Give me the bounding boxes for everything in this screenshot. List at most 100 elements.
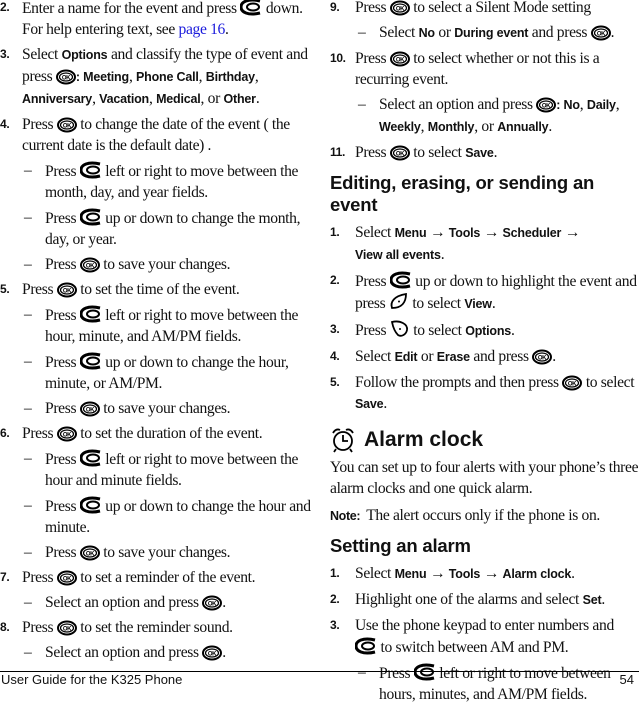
punct: . — [440, 246, 445, 263]
arrow: → — [480, 224, 503, 241]
ok-key-icon — [389, 51, 410, 67]
dash: – — [24, 644, 32, 661]
ui-label-save: Save — [355, 397, 384, 411]
ok-key-icon — [389, 0, 410, 16]
navigation-key-icon — [79, 352, 102, 370]
punct: . — [222, 594, 226, 611]
step-number: 8. — [0, 620, 10, 634]
step-text: Press — [45, 451, 80, 468]
step-text: and press — [469, 348, 533, 365]
navigation-key-icon — [79, 305, 102, 323]
step-text: Select — [355, 348, 395, 365]
arrow: → — [561, 224, 581, 241]
ok-key-icon — [202, 595, 223, 611]
ok-key-icon — [389, 145, 410, 161]
step-text: Press — [45, 210, 80, 227]
step-text: Select — [22, 46, 62, 63]
right-softkey-icon — [390, 292, 407, 309]
alarm-step-2: 2. Highlight one of the alarms and selec… — [330, 589, 639, 611]
punct: . — [601, 591, 605, 608]
step-text: Select an option and press — [45, 644, 203, 661]
substep: – Press left or right to move between the… — [0, 448, 318, 491]
alarm-step-3: 3. Use the phone keypad to enter numbers… — [330, 615, 639, 658]
section-heading-alarm-clock: Alarm clock — [330, 427, 639, 453]
menu-path-item: Tools — [448, 567, 481, 581]
note: Note: The alert occurs only if the phone … — [330, 505, 639, 527]
substep: – Press up or down to change the hour and… — [0, 495, 318, 538]
step-text: Press — [355, 273, 390, 290]
note-label: Note: — [330, 509, 361, 523]
option-label: Monthly — [427, 120, 475, 134]
step-text: , or — [474, 118, 498, 135]
step-text: Enter a name for the event and press — [22, 0, 241, 17]
ui-label-erase: Erase — [436, 350, 470, 364]
ok-key-icon — [536, 97, 557, 113]
left-softkey-icon — [390, 320, 408, 337]
step-9: 9. Press to select a Silent Mode setting — [330, 0, 639, 18]
punct: . — [224, 21, 229, 38]
ok-key-icon — [79, 545, 100, 561]
step-text: Press — [355, 50, 390, 67]
dash: – — [24, 450, 32, 467]
ok-key-icon — [79, 401, 100, 417]
option-label: Other — [223, 92, 256, 106]
step-text: or — [434, 24, 455, 41]
section-heading-editing: Editing, erasing, or sending an event — [330, 172, 595, 215]
step-text: Highlight one of the alarms and select — [355, 591, 583, 608]
step-text: Press — [45, 354, 80, 371]
edit-step-2: 2. Press up or down to highlight the eve… — [330, 270, 639, 315]
dash: – — [24, 209, 32, 226]
step-text: Select — [355, 565, 395, 582]
heading-text: Alarm clock — [364, 428, 484, 451]
step-text: Use the phone keypad to enter numbers an… — [355, 617, 614, 634]
step-text: Press — [45, 256, 80, 273]
step-text: to select — [409, 144, 466, 161]
step-number: 7. — [0, 570, 10, 584]
ok-key-icon — [55, 69, 76, 85]
alarm-clock-icon — [332, 428, 354, 453]
ui-label-options: Options — [465, 324, 512, 338]
option-label: Vacation — [99, 92, 149, 106]
step-number: 3. — [0, 47, 10, 61]
page-link[interactable]: page 16 — [179, 21, 226, 38]
option-label: Birthday — [205, 70, 255, 84]
substep: – Press to save your changes. — [0, 542, 318, 563]
arrow: → — [426, 224, 449, 241]
step-text: Press — [355, 322, 390, 339]
step-3: 3. Select Options and classify the type … — [0, 46, 308, 107]
dash: – — [24, 400, 32, 417]
step-text: Press — [45, 307, 80, 324]
step-text: to set the duration of the event. — [76, 425, 263, 442]
step-text: Press — [22, 619, 57, 636]
substep: – Press to save your changes. — [0, 254, 318, 275]
page-number: 54 — [619, 672, 634, 687]
alarm-step-1: 1. Select Menu → Tools → Alarm clock. — [330, 563, 639, 585]
dash: – — [24, 353, 32, 370]
step-text: Select — [379, 24, 419, 41]
step-text: Press — [45, 163, 80, 180]
ok-key-icon — [56, 426, 77, 442]
step-text: to save your changes. — [99, 544, 231, 561]
step-number: 1. — [330, 225, 340, 239]
step-text: to select — [409, 322, 466, 339]
step-text: Press — [379, 665, 414, 682]
note-text: The alert occurs only if the phone is on… — [366, 507, 600, 524]
step-number: 1. — [330, 566, 340, 580]
step-10: 10. Press to select whether or not this … — [330, 48, 639, 90]
substep: – Press up or down to change the hour, mi… — [0, 351, 318, 394]
option-label: During event — [454, 26, 529, 40]
punct: . — [548, 118, 552, 135]
ok-key-icon — [590, 25, 611, 41]
menu-path-item: Menu — [394, 567, 427, 581]
step-text: to set a reminder of the event. — [76, 569, 256, 586]
option-label: Meeting — [83, 70, 129, 84]
option-label: No — [418, 26, 435, 40]
left-column: 2. Enter a name for the event and press … — [0, 0, 318, 667]
step-text: to select a Silent Mode setting — [409, 0, 591, 16]
navigation-key-icon — [79, 208, 102, 226]
navigation-key-icon — [79, 496, 102, 514]
dash: – — [358, 664, 366, 681]
step-text: Press — [355, 0, 390, 16]
substep: – Select an option and press . — [0, 592, 318, 613]
ui-label-view: View — [464, 297, 492, 311]
